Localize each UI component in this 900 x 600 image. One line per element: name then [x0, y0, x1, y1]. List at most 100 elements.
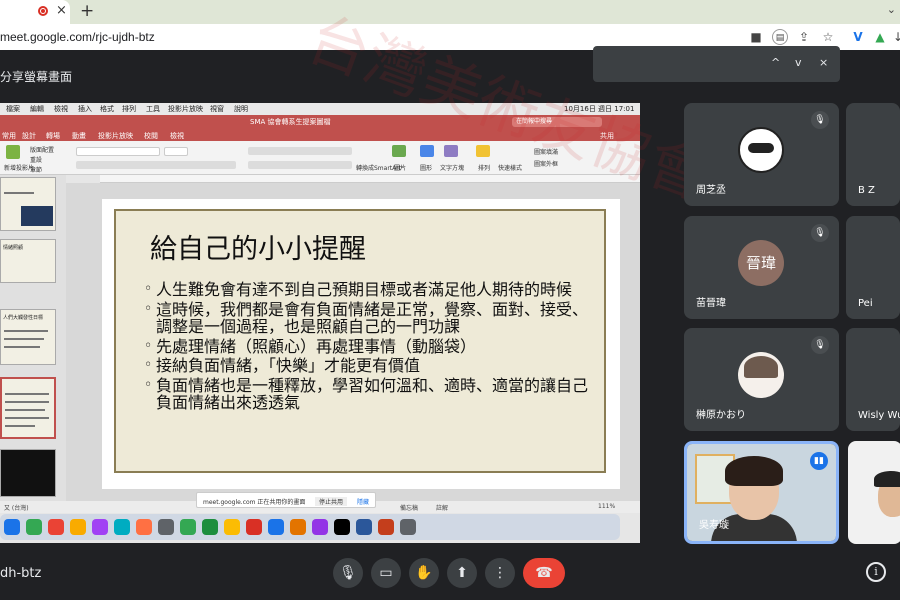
- thumbnail-2[interactable]: 情緒照顧: [0, 239, 56, 283]
- ruler: [100, 175, 640, 183]
- dock-app-icon: [180, 519, 196, 535]
- share-icon[interactable]: ⇪: [796, 29, 812, 45]
- dock-app-icon: [290, 519, 306, 535]
- more-options-icon[interactable]: ⋮: [485, 558, 515, 588]
- mic-muted-icon: 🎙︎: [811, 111, 829, 129]
- participant-name: Wisly Wu: [858, 410, 900, 421]
- dock-app-icon: [268, 519, 284, 535]
- shared-screen: 檔案 編輯 檢視 插入 格式 排列 工具 投影片放映 視窗 說明 10月16日 …: [0, 103, 640, 543]
- dock-app-icon: [312, 519, 328, 535]
- mic-muted-icon: 🎙︎: [811, 336, 829, 354]
- participant-tile[interactable]: [848, 441, 900, 544]
- thumbnail-1[interactable]: [0, 177, 56, 231]
- thumb-line: [4, 330, 48, 332]
- thumb-line: [5, 393, 49, 395]
- menu-edit: 編輯: [30, 105, 44, 113]
- previous-icon[interactable]: ^: [771, 56, 780, 69]
- participant-tile[interactable]: 晉瑋 🎙︎ 苗晉瑋: [684, 216, 839, 319]
- download-icon[interactable]: ↓: [890, 29, 900, 45]
- close-icon[interactable]: ×: [819, 56, 828, 69]
- mic-icon[interactable]: 🎙: [333, 558, 363, 588]
- shapes-icon: [420, 145, 434, 157]
- stop-sharing-button: 停止共用: [315, 497, 348, 506]
- thumbnail-3[interactable]: 人們大觸發性日標: [0, 309, 56, 365]
- thumb-line: [5, 401, 49, 403]
- ppt-search: 在簡報中搜尋: [512, 117, 602, 127]
- video-icon[interactable]: ■: [748, 29, 764, 45]
- ribbon-label-reset: 重設: [30, 157, 43, 164]
- thumb-line: [5, 409, 45, 411]
- participant-tile[interactable]: 🎙︎ 榊原かおり: [684, 328, 839, 431]
- ribbon-label-section: 章節: [30, 167, 43, 174]
- ppt-window-title: SMA 協會轉系生提案圖檔: [250, 118, 331, 126]
- dock-app-icon: [70, 519, 86, 535]
- drive-icon[interactable]: ▲: [872, 29, 888, 45]
- new-tab-button[interactable]: +: [80, 1, 94, 21]
- new-slide-icon: [6, 145, 20, 159]
- thumbnail-4-selected[interactable]: [0, 377, 56, 439]
- participant-name: 吳寿璇: [699, 520, 729, 531]
- mac-menubar: 檔案 編輯 檢視 插入 格式 排列 工具 投影片放映 視窗 說明 10月16日 …: [0, 103, 640, 115]
- ppt-tab-transitions: 轉場: [46, 132, 60, 140]
- paragraph-row-1: [248, 147, 352, 155]
- avatar-illustration: [738, 352, 784, 398]
- browser-tabstrip: × + ⌄: [0, 0, 900, 24]
- participant-name: B Z: [858, 185, 875, 196]
- participant-name: 苗晉瑋: [696, 298, 726, 309]
- paragraph-row-2: [248, 161, 352, 169]
- meeting-code: dh-btz: [0, 566, 42, 581]
- slide-bullets: 人生難免會有達不到自己預期目標或者滿足他人期待的時候 這時候，我們都是會有負面情…: [144, 281, 596, 414]
- participant-tile[interactable]: 🎙︎ 周芝丞: [684, 103, 839, 206]
- menu-view: 檢視: [54, 105, 68, 113]
- ribbon-label-picture: 圖片: [394, 165, 407, 172]
- text-format-row: [76, 161, 236, 169]
- thumb-line: [5, 417, 49, 419]
- ppt-tab-home: 常用: [2, 132, 16, 140]
- url-text[interactable]: meet.google.com/rjc-ujdh-btz: [0, 30, 155, 44]
- lens-icon[interactable]: ▤: [772, 29, 788, 45]
- ribbon-label-quick-styles: 快速樣式: [498, 165, 523, 172]
- dock-app-icon: [202, 519, 218, 535]
- participant-tile[interactable]: Wisly Wu: [846, 328, 900, 431]
- slide-canvas: 給自己的小小提醒 人生難免會有達不到自己預期目標或者滿足他人期待的時候 這時候，…: [66, 183, 640, 511]
- status-language: 又 (台灣): [4, 505, 29, 512]
- thumbnail-3-title: 人們大觸發性日標: [3, 315, 44, 321]
- participant-tile[interactable]: Pei: [846, 216, 900, 319]
- ppt-tab-animations: 動畫: [72, 132, 86, 140]
- tab-close-icon[interactable]: ×: [56, 3, 67, 19]
- comments-button: 註解: [436, 505, 449, 512]
- ppt-titlebar: SMA 協會轉系生提案圖檔 在簡報中搜尋: [0, 115, 640, 129]
- tab-search-icon[interactable]: ⌄: [887, 3, 896, 16]
- ribbon-label-shapes: 圖形: [420, 165, 433, 172]
- ppt-ribbon: 新增投影片 版面配置 重設 章節 轉換成SmartArt 圖片 圖形 文字方塊 …: [0, 141, 640, 175]
- raise-hand-icon[interactable]: ✋: [409, 558, 439, 588]
- end-call-icon[interactable]: ☎: [523, 558, 565, 588]
- participant-tile-speaking[interactable]: ▮▮ 吳寿璇: [684, 441, 839, 544]
- dock-app-icon: [334, 519, 350, 535]
- browser-tab[interactable]: ×: [0, 0, 70, 24]
- thumbnail-5[interactable]: [0, 449, 56, 497]
- menu-arrange: 排列: [122, 105, 136, 113]
- ribbon-label-arrange: 排列: [478, 165, 491, 172]
- vpn-icon[interactable]: V: [850, 29, 866, 45]
- ppt-tab-review: 校閱: [144, 132, 158, 140]
- participant-name: 周芝丞: [696, 185, 726, 196]
- thumbnail-2-title: 情緒照顧: [3, 245, 24, 251]
- next-icon[interactable]: v: [795, 56, 802, 69]
- participant-tile[interactable]: B Z: [846, 103, 900, 206]
- slide-bullet: 接納負面情緒，「快樂」才能更有價值: [144, 357, 596, 375]
- notes-button: 備忘稿: [400, 505, 419, 512]
- present-icon[interactable]: ⬆: [447, 558, 477, 588]
- screen-share-bar: meet.google.com 正在共用你的畫面 停止共用 隱藏: [196, 492, 376, 508]
- dock-app-icon: [48, 519, 64, 535]
- dock-app-icon: [378, 519, 394, 535]
- star-icon[interactable]: ☆: [820, 29, 836, 45]
- menu-slideshow: 投影片放映: [168, 105, 203, 113]
- ppt-share: 共用: [600, 132, 614, 140]
- video-person-hair: [725, 456, 783, 486]
- meeting-info-icon[interactable]: i: [866, 562, 886, 582]
- mac-dock: [0, 514, 620, 540]
- dock-app-icon: [400, 519, 416, 535]
- camera-icon[interactable]: ▭: [371, 558, 401, 588]
- slide-frame: 給自己的小小提醒 人生難免會有達不到自己預期目標或者滿足他人期待的時候 這時候，…: [102, 199, 620, 489]
